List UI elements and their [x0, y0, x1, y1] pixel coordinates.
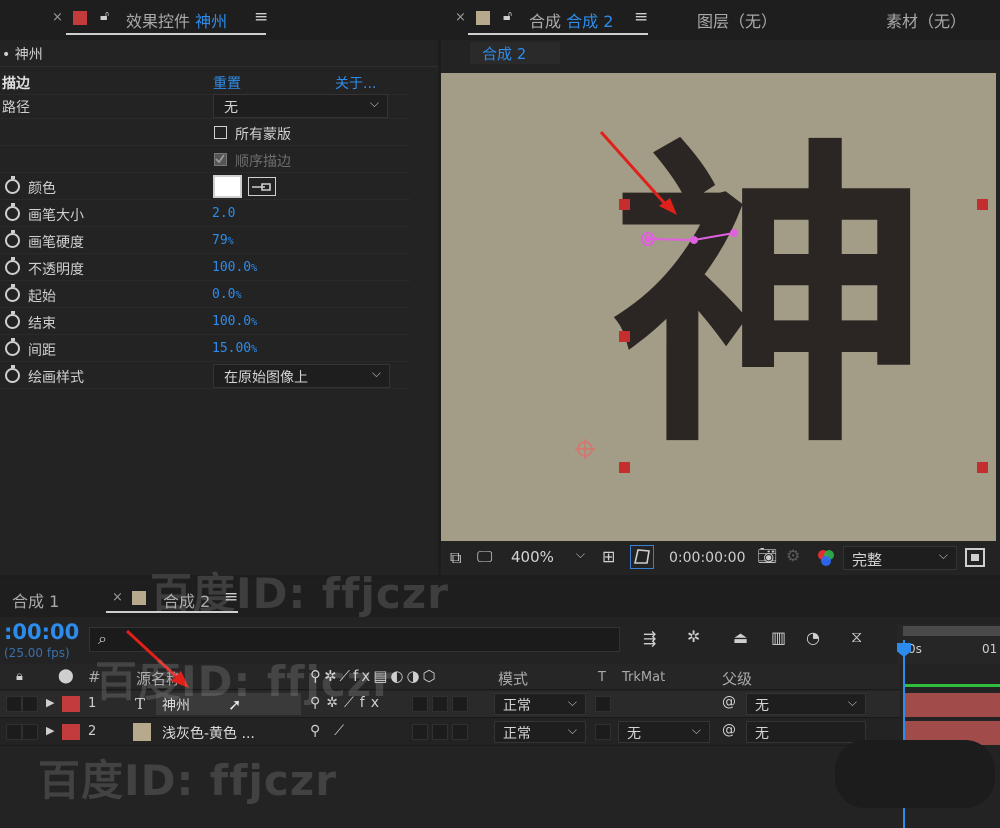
redaction-blob [835, 740, 995, 808]
timeline-annotation-overlay [125, 629, 189, 688]
timeline-arrow-line [125, 629, 182, 682]
